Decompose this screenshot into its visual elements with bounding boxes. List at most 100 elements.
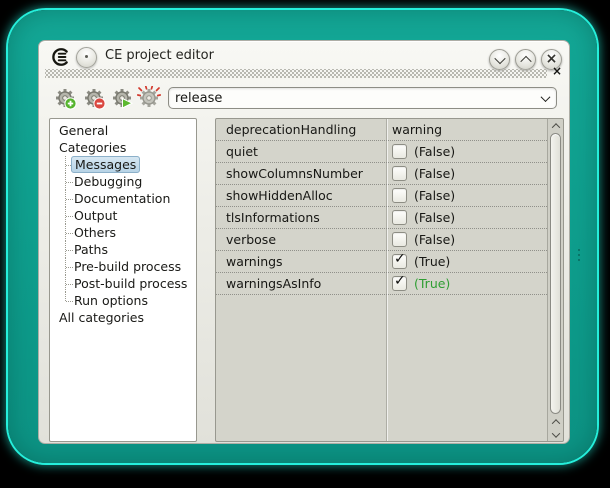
chevron-up-icon xyxy=(520,55,531,66)
property-value: (True) xyxy=(414,254,450,269)
chevron-up-icon xyxy=(551,419,559,427)
checkbox-unchecked[interactable] xyxy=(392,144,407,159)
chevron-down-icon xyxy=(551,429,559,437)
sidebar-item-label: Paths xyxy=(74,242,108,257)
toolbar-close-icon[interactable]: × xyxy=(552,64,562,78)
gear-plus-icon xyxy=(53,86,77,110)
chevron-down-icon xyxy=(494,52,505,63)
property-value-cell: warning xyxy=(387,122,442,137)
check-icon: ✓ xyxy=(394,273,406,289)
table-row-quiet[interactable]: quiet(False) xyxy=(216,141,547,163)
property-value-cell: (False) xyxy=(387,166,455,181)
property-name: verbose xyxy=(216,232,387,247)
titlebar[interactable]: CE project editor × xyxy=(39,41,569,71)
sidebar-item-output[interactable]: Output xyxy=(50,207,196,224)
scrollbar-thumb[interactable] xyxy=(550,133,561,414)
sidebar-item-label: Messages xyxy=(71,156,140,173)
sidebar-item-messages[interactable]: Messages xyxy=(50,156,196,173)
sidebar-item-paths[interactable]: Paths xyxy=(50,241,196,258)
sidebar-item-run-options[interactable]: Run options xyxy=(50,292,196,309)
checkbox-unchecked[interactable] xyxy=(392,166,407,181)
combobox-dropdown-button[interactable] xyxy=(534,95,556,102)
window-menu-button[interactable] xyxy=(76,47,97,68)
app-window: CE project editor × × xyxy=(38,40,570,444)
sidebar-item-label: Run options xyxy=(74,293,148,308)
checkbox-unchecked[interactable] xyxy=(392,210,407,225)
window-title: CE project editor xyxy=(105,48,214,63)
property-name: deprecationHandling xyxy=(216,122,387,137)
sidebar-item-documentation[interactable]: Documentation xyxy=(50,190,196,207)
sidebar-item-label: General xyxy=(59,123,108,138)
property-value: warning xyxy=(392,122,442,137)
gear-minus-icon xyxy=(82,86,106,110)
sidebar-item-label: Pre-build process xyxy=(74,259,181,274)
check-icon: ✓ xyxy=(394,251,406,267)
property-value-cell: ✓ (True) xyxy=(387,254,450,269)
category-tree: General CategoriesMessagesDebugging Docume… xyxy=(49,118,197,442)
chevron-up-icon xyxy=(551,123,559,131)
property-value: (False) xyxy=(414,144,455,159)
build-target-combobox[interactable]: release xyxy=(168,87,557,109)
property-name: warningsAsInfo xyxy=(216,276,387,291)
table-row-warnings[interactable]: warnings ✓ (True) xyxy=(216,251,547,273)
toolbar-drag-handle[interactable] xyxy=(45,69,547,78)
maximize-button[interactable] xyxy=(515,49,536,70)
property-value: (False) xyxy=(414,210,455,225)
properties-panel: deprecationHandlingwarningquiet(False)sh… xyxy=(215,118,564,442)
sidebar-item-label: Debugging xyxy=(74,174,142,189)
sidebar-item-all-categories[interactable]: All categories xyxy=(50,309,196,326)
property-value: (False) xyxy=(414,188,455,203)
property-name: showColumnsNumber xyxy=(216,166,387,181)
checkbox-unchecked[interactable] xyxy=(392,188,407,203)
property-value-cell: ✓ (True) xyxy=(387,276,450,291)
checkbox-checked[interactable]: ✓ xyxy=(392,276,407,291)
sidebar-item-label: Output xyxy=(74,208,117,223)
property-value-cell: (False) xyxy=(387,188,455,203)
table-row-tlsinformations[interactable]: tlsInformations (False) xyxy=(216,207,547,229)
table-row-warningsasinfo[interactable]: warningsAsInfo ✓ (True) xyxy=(216,273,547,295)
property-name: showHiddenAlloc xyxy=(216,188,387,203)
add-target-button[interactable] xyxy=(53,86,77,110)
property-name: warnings xyxy=(216,254,387,269)
scrollbar-track[interactable] xyxy=(548,132,563,415)
checkbox-checked[interactable]: ✓ xyxy=(392,254,407,269)
table-row-deprecationhandling[interactable]: deprecationHandling warning xyxy=(216,119,547,141)
resize-grip-dots[interactable] xyxy=(578,246,581,264)
property-value-cell: (False) xyxy=(387,144,455,159)
sidebar-item-debugging[interactable]: Debugging xyxy=(50,173,196,190)
app-logo-icon xyxy=(50,47,70,67)
rename-target-button[interactable] xyxy=(137,86,161,110)
gear-arrow-icon xyxy=(110,86,134,110)
sidebar-item-label: Categories xyxy=(59,140,126,155)
copy-target-button[interactable] xyxy=(110,86,134,110)
chevron-down-icon xyxy=(540,92,550,102)
property-value: (False) xyxy=(414,166,455,181)
dot-icon xyxy=(85,55,88,58)
property-name: tlsInformations xyxy=(216,210,387,225)
checkbox-unchecked[interactable] xyxy=(392,232,407,247)
table-row-showhiddenalloc[interactable]: showHiddenAlloc (False) xyxy=(216,185,547,207)
sidebar-item-label: All categories xyxy=(59,310,144,325)
sidebar-item-post-build-process[interactable]: Post-build process xyxy=(50,275,196,292)
gear-broken-icon xyxy=(137,86,161,110)
sidebar-item-label: Others xyxy=(74,225,116,240)
property-value: (False) xyxy=(414,232,455,247)
scroll-up-button[interactable] xyxy=(548,119,563,132)
properties-table: deprecationHandlingwarningquiet(False)sh… xyxy=(216,119,547,441)
property-value: (True) xyxy=(414,276,450,291)
property-value-cell: (False) xyxy=(387,232,455,247)
sidebar-item-label: Documentation xyxy=(74,191,170,206)
sidebar-item-categories[interactable]: Categories xyxy=(50,139,196,156)
sidebar-item-general[interactable]: General xyxy=(50,122,196,139)
vertical-scrollbar[interactable] xyxy=(547,119,563,441)
sidebar-item-others[interactable]: Others xyxy=(50,224,196,241)
scroll-down-button[interactable] xyxy=(548,428,563,441)
minimize-button[interactable] xyxy=(489,49,510,70)
sidebar-item-label: Post-build process xyxy=(74,276,187,291)
table-row-verbose[interactable]: verbose (False) xyxy=(216,229,547,251)
sidebar-item-pre-build-process[interactable]: Pre-build process xyxy=(50,258,196,275)
remove-target-button[interactable] xyxy=(82,86,106,110)
combobox-value[interactable]: release xyxy=(169,91,534,106)
table-row-showcolumnsnumber[interactable]: showColumnsNumber (False) xyxy=(216,163,547,185)
scroll-up-button-bottom[interactable] xyxy=(548,415,563,428)
